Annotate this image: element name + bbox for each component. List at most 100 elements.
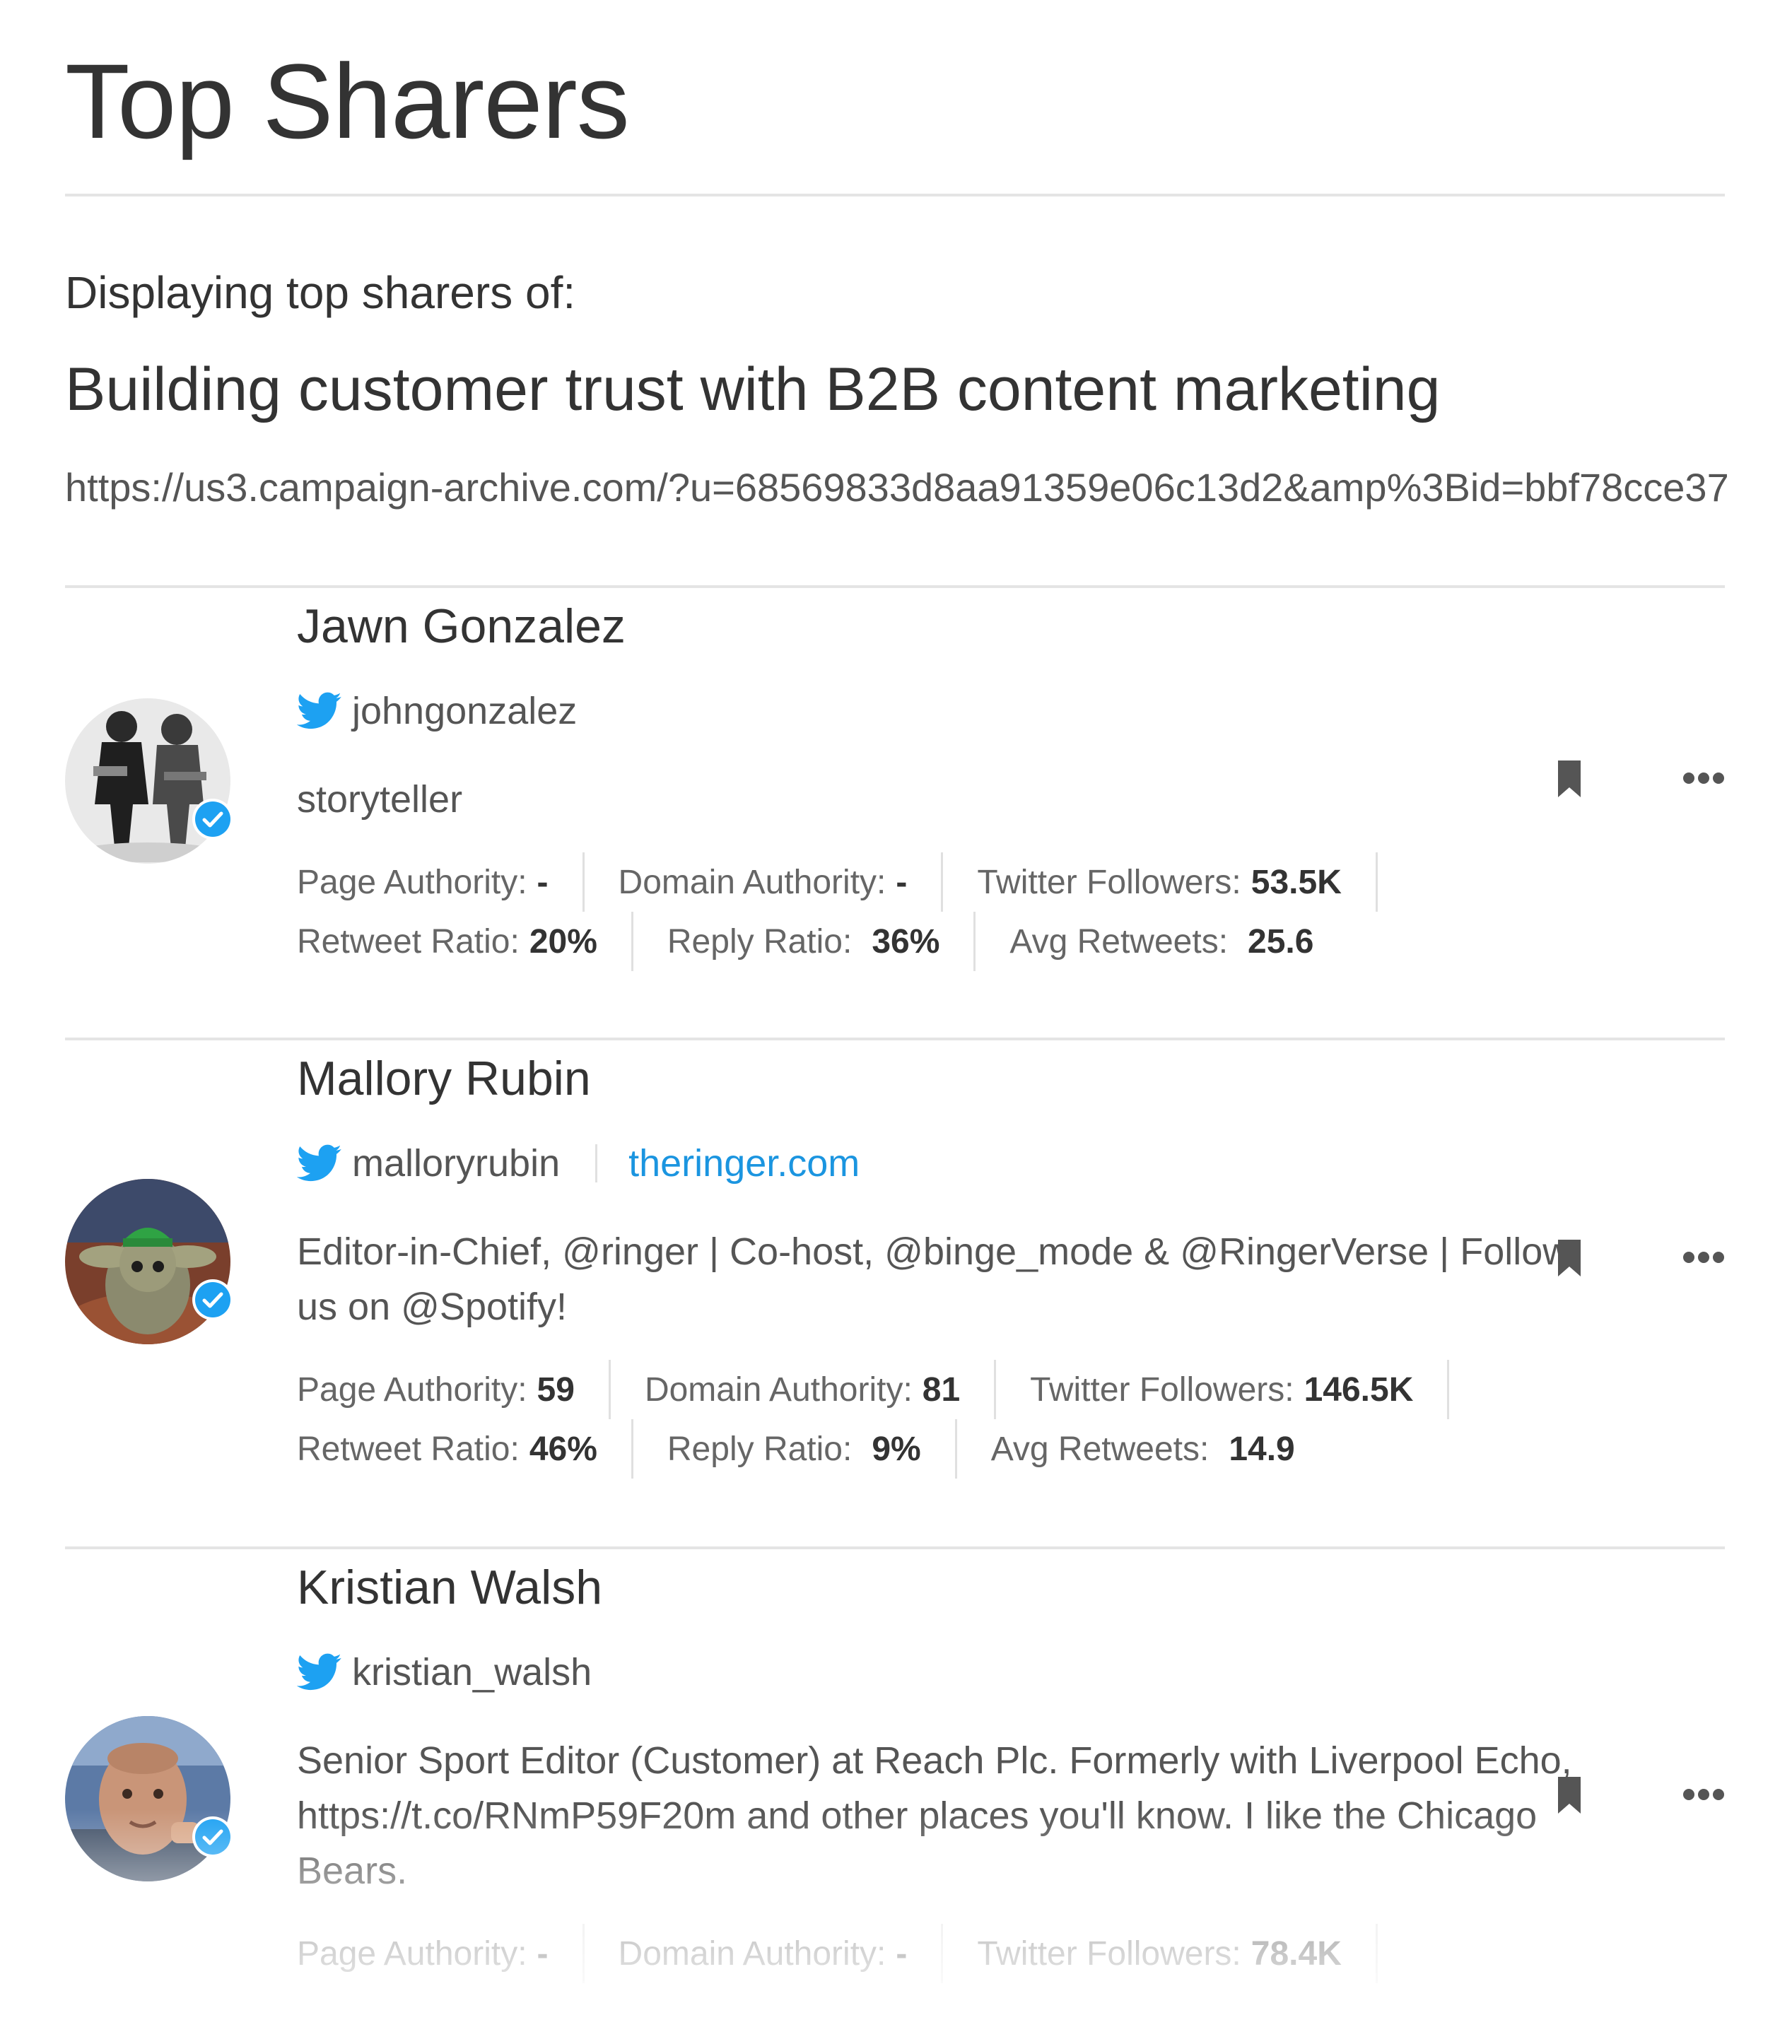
stat-label: Retweet Ratio: [297, 1430, 520, 1468]
stat-divider [631, 912, 633, 971]
sharer-actions [1555, 1777, 1725, 1819]
twitter-handle[interactable]: kristian_walsh [352, 1650, 592, 1694]
more-horizontal-icon[interactable] [1682, 770, 1725, 786]
stat-avg-retweets: Avg Retweets: 25.6 [1009, 912, 1313, 971]
stats-row-engagement: Retweet Ratio: 20% Reply Ratio: 36% Avg … [297, 912, 1583, 971]
stats-row-engagement: Retweet Ratio: 46% Reply Ratio: 9% Avg R… [297, 1419, 1583, 1479]
stat-divider [608, 1360, 611, 1419]
stat-value: 36% [872, 922, 940, 961]
stat-label: Page Authority: [297, 1370, 527, 1409]
stat-label: Twitter Followers: [977, 863, 1241, 901]
verified-check-icon [192, 799, 233, 840]
stat-divider [941, 1924, 944, 1983]
stat-reply-ratio: Reply Ratio: 9% [667, 1419, 921, 1479]
stat-label: Retweet Ratio: [297, 922, 520, 961]
stat-divider [941, 852, 944, 912]
stat-domain-authority: Domain Authority: 81 [645, 1360, 960, 1419]
stat-twitter-followers: Twitter Followers: 146.5K [1030, 1360, 1413, 1419]
stat-label: Page Authority: [297, 863, 527, 901]
context-label: Displaying top sharers of: [65, 267, 576, 318]
website-link[interactable]: theringer.com [628, 1141, 860, 1185]
stat-retweet-ratio: Retweet Ratio: 20% [297, 912, 597, 971]
verified-check-icon [192, 1279, 233, 1320]
stat-divider [582, 1924, 585, 1983]
stat-value: 46% [529, 1430, 597, 1468]
top-sharers-page: Top Sharers Displaying top sharers of: B… [65, 0, 1729, 1983]
bookmark-icon[interactable] [1555, 1240, 1583, 1276]
stat-value: 81 [922, 1370, 961, 1409]
stat-domain-authority: Domain Authority: - [619, 852, 908, 912]
stat-label: Reply Ratio: [667, 1430, 853, 1468]
sharer-actions [1555, 1240, 1725, 1282]
sharer-stats: Page Authority: 59 Domain Authority: 81 … [297, 1360, 1583, 1479]
stat-label: Domain Authority: [618, 863, 886, 901]
stat-retweet-ratio: Retweet Ratio: 46% [297, 1419, 597, 1479]
stat-label: Page Authority: [297, 1934, 527, 1973]
more-horizontal-icon[interactable] [1682, 1250, 1725, 1265]
stat-page-authority: Page Authority: - [297, 1924, 549, 1983]
sharer-bio: Senior Sport Editor (Customer) at Reach … [297, 1739, 1572, 1892]
stat-value: 59 [537, 1370, 575, 1409]
sharer-card: Mallory Rubin malloryrubin theringer.com… [65, 1038, 1725, 1549]
avatar[interactable] [65, 698, 233, 864]
stat-label: Twitter Followers: [1030, 1370, 1294, 1409]
handle-row: kristian_walsh [297, 1650, 1583, 1694]
twitter-bird-icon [297, 1144, 342, 1183]
sharer-name[interactable]: Jawn Gonzalez [297, 602, 1583, 650]
stat-value: 14.9 [1229, 1430, 1295, 1468]
stat-value: - [896, 1934, 908, 1973]
stat-divider [973, 912, 976, 971]
page-title: Top Sharers [65, 42, 630, 160]
stat-label: Avg Retweets: [1009, 922, 1229, 961]
stats-row-authority: Page Authority: - Domain Authority: - Tw… [297, 852, 1583, 912]
title-divider [65, 194, 1725, 196]
stat-value: - [537, 863, 549, 901]
stats-row-authority: Page Authority: 59 Domain Authority: 81 … [297, 1360, 1583, 1419]
stat-reply-ratio: Reply Ratio: 36% [667, 912, 940, 971]
sharer-bio: storyteller [297, 778, 463, 821]
stat-value: - [896, 863, 908, 901]
stat-divider [631, 1419, 633, 1479]
sharer-details: Kristian Walsh kristian_walsh Senior Spo… [297, 1563, 1583, 1983]
stat-page-authority: Page Authority: 59 [297, 1360, 575, 1419]
sharer-name[interactable]: Mallory Rubin [297, 1055, 1583, 1103]
stat-twitter-followers: Twitter Followers: 53.5K [977, 852, 1342, 912]
stat-value: 53.5K [1251, 863, 1342, 901]
handle-divider [595, 1144, 598, 1182]
stat-divider [1375, 852, 1378, 912]
stat-value: 9% [872, 1430, 921, 1468]
bookmark-icon[interactable] [1555, 760, 1583, 797]
stat-label: Twitter Followers: [977, 1934, 1241, 1973]
avatar[interactable] [65, 1716, 233, 1881]
twitter-bird-icon [297, 1652, 342, 1692]
avatar[interactable] [65, 1179, 233, 1344]
twitter-handle[interactable]: johngonzalez [352, 689, 577, 733]
stat-divider [1447, 1360, 1450, 1419]
stat-value: - [537, 1934, 549, 1973]
sharer-details: Jawn Gonzalez johngonzalez storyteller P… [297, 602, 1583, 971]
stat-divider [994, 1360, 997, 1419]
stat-label: Avg Retweets: [990, 1430, 1210, 1468]
more-horizontal-icon[interactable] [1682, 1787, 1725, 1802]
sharer-details: Mallory Rubin malloryrubin theringer.com… [297, 1055, 1583, 1479]
sharer-stats: Page Authority: - Domain Authority: - Tw… [297, 1924, 1583, 1983]
bookmark-icon[interactable] [1555, 1777, 1583, 1814]
stat-label: Domain Authority: [618, 1934, 886, 1973]
sharer-actions [1555, 760, 1725, 803]
sharer-card: Jawn Gonzalez johngonzalez storyteller P… [65, 585, 1725, 1040]
stats-row-authority: Page Authority: - Domain Authority: - Tw… [297, 1924, 1583, 1983]
sharer-name[interactable]: Kristian Walsh [297, 1563, 1583, 1611]
stat-value: 146.5K [1304, 1370, 1414, 1409]
context-url[interactable]: https://us3.campaign-archive.com/?u=6856… [65, 468, 1729, 507]
stat-label: Reply Ratio: [667, 922, 853, 961]
sharer-card: Kristian Walsh kristian_walsh Senior Spo… [65, 1546, 1725, 2044]
stat-value: 20% [529, 922, 597, 961]
stat-value: 25.6 [1248, 922, 1314, 961]
verified-check-icon [192, 1816, 233, 1857]
stat-avg-retweets: Avg Retweets: 14.9 [991, 1419, 1295, 1479]
sharer-bio: Editor-in-Chief, @ringer | Co-host, @bin… [297, 1230, 1571, 1328]
stat-twitter-followers: Twitter Followers: 78.4K [977, 1924, 1342, 1983]
stat-label: Domain Authority: [644, 1370, 913, 1409]
twitter-handle[interactable]: malloryrubin [352, 1141, 560, 1185]
stat-divider [954, 1419, 957, 1479]
